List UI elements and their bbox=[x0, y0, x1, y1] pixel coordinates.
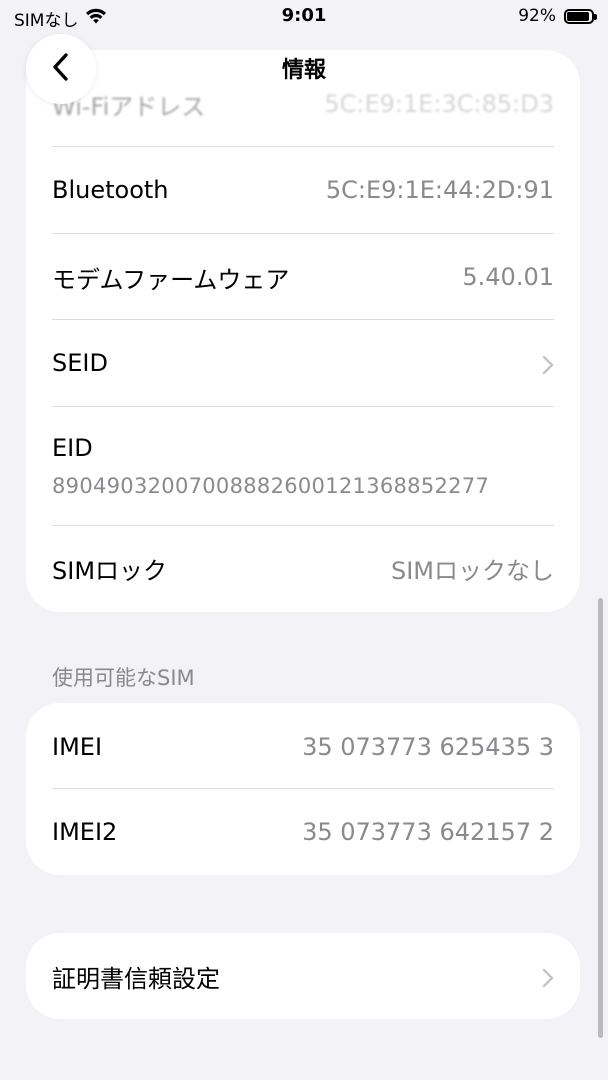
divider bbox=[52, 788, 554, 789]
certificate-trust-card[interactable]: 証明書信頼設定 bbox=[26, 933, 580, 1019]
page-title: 情報 bbox=[281, 58, 326, 83]
bluetooth-row[interactable]: Bluetooth 5C:E9:1E:44:2D:91 bbox=[52, 170, 554, 210]
sim-lock-row[interactable]: SIMロック SIMロックなし bbox=[52, 548, 554, 588]
imei-value: 35 073773 625435 3 bbox=[302, 733, 554, 761]
battery-icon bbox=[564, 8, 597, 24]
seid-label: SEID bbox=[52, 349, 108, 377]
bluetooth-value: 5C:E9:1E:44:2D:91 bbox=[325, 176, 554, 204]
imei2-label: IMEI2 bbox=[52, 818, 118, 846]
battery-fill bbox=[567, 11, 590, 21]
info-card: Wi-Fiアドレス 5C:E9:1E:3C:85:D3 Bluetooth 5C… bbox=[26, 50, 580, 612]
imei-row[interactable]: IMEI 35 073773 625435 3 bbox=[52, 727, 554, 767]
modem-firmware-value: 5.40.01 bbox=[462, 263, 554, 291]
chevron-right-icon bbox=[542, 353, 554, 375]
sim-card: IMEI 35 073773 625435 3 IMEI2 35 073773 … bbox=[26, 703, 580, 875]
bluetooth-label: Bluetooth bbox=[52, 176, 169, 204]
divider bbox=[52, 525, 554, 526]
imei2-row[interactable]: IMEI2 35 073773 642157 2 bbox=[52, 812, 554, 852]
wifi-address-value: 5C:E9:1E:3C:85:D3 bbox=[324, 90, 554, 118]
modem-firmware-row[interactable]: モデムファームウェア 5.40.01 bbox=[52, 257, 554, 297]
certificate-trust-row[interactable]: 証明書信頼設定 bbox=[52, 956, 554, 996]
eid-label: EID bbox=[52, 434, 93, 462]
status-time: 9:01 bbox=[281, 5, 327, 26]
imei-label: IMEI bbox=[52, 733, 103, 761]
status-right: 92% bbox=[518, 6, 597, 26]
certificate-trust-label: 証明書信頼設定 bbox=[52, 964, 220, 993]
battery-percent: 92% bbox=[518, 6, 556, 26]
available-sim-header: 使用可能なSIM bbox=[52, 666, 195, 690]
sim-lock-value: SIMロックなし bbox=[390, 556, 554, 585]
divider bbox=[52, 319, 554, 320]
status-bar: SIMなし 9:01 92% bbox=[0, 0, 608, 34]
modem-firmware-label: モデムファームウェア bbox=[52, 265, 290, 294]
eid-value: 89049032007008882600121368852277 bbox=[52, 474, 490, 498]
eid-row[interactable]: EID bbox=[52, 430, 554, 466]
imei2-value: 35 073773 642157 2 bbox=[302, 818, 554, 846]
scroll-indicator[interactable] bbox=[598, 598, 603, 1038]
divider bbox=[52, 146, 554, 147]
sim-lock-label: SIMロック bbox=[52, 556, 168, 585]
divider bbox=[52, 406, 554, 407]
chevron-right-icon bbox=[542, 966, 554, 988]
divider bbox=[52, 233, 554, 234]
seid-row[interactable]: SEID bbox=[52, 343, 554, 383]
battery-cap bbox=[594, 13, 597, 20]
wifi-address-row[interactable]: Wi-Fiアドレス 5C:E9:1E:3C:85:D3 bbox=[52, 84, 554, 124]
